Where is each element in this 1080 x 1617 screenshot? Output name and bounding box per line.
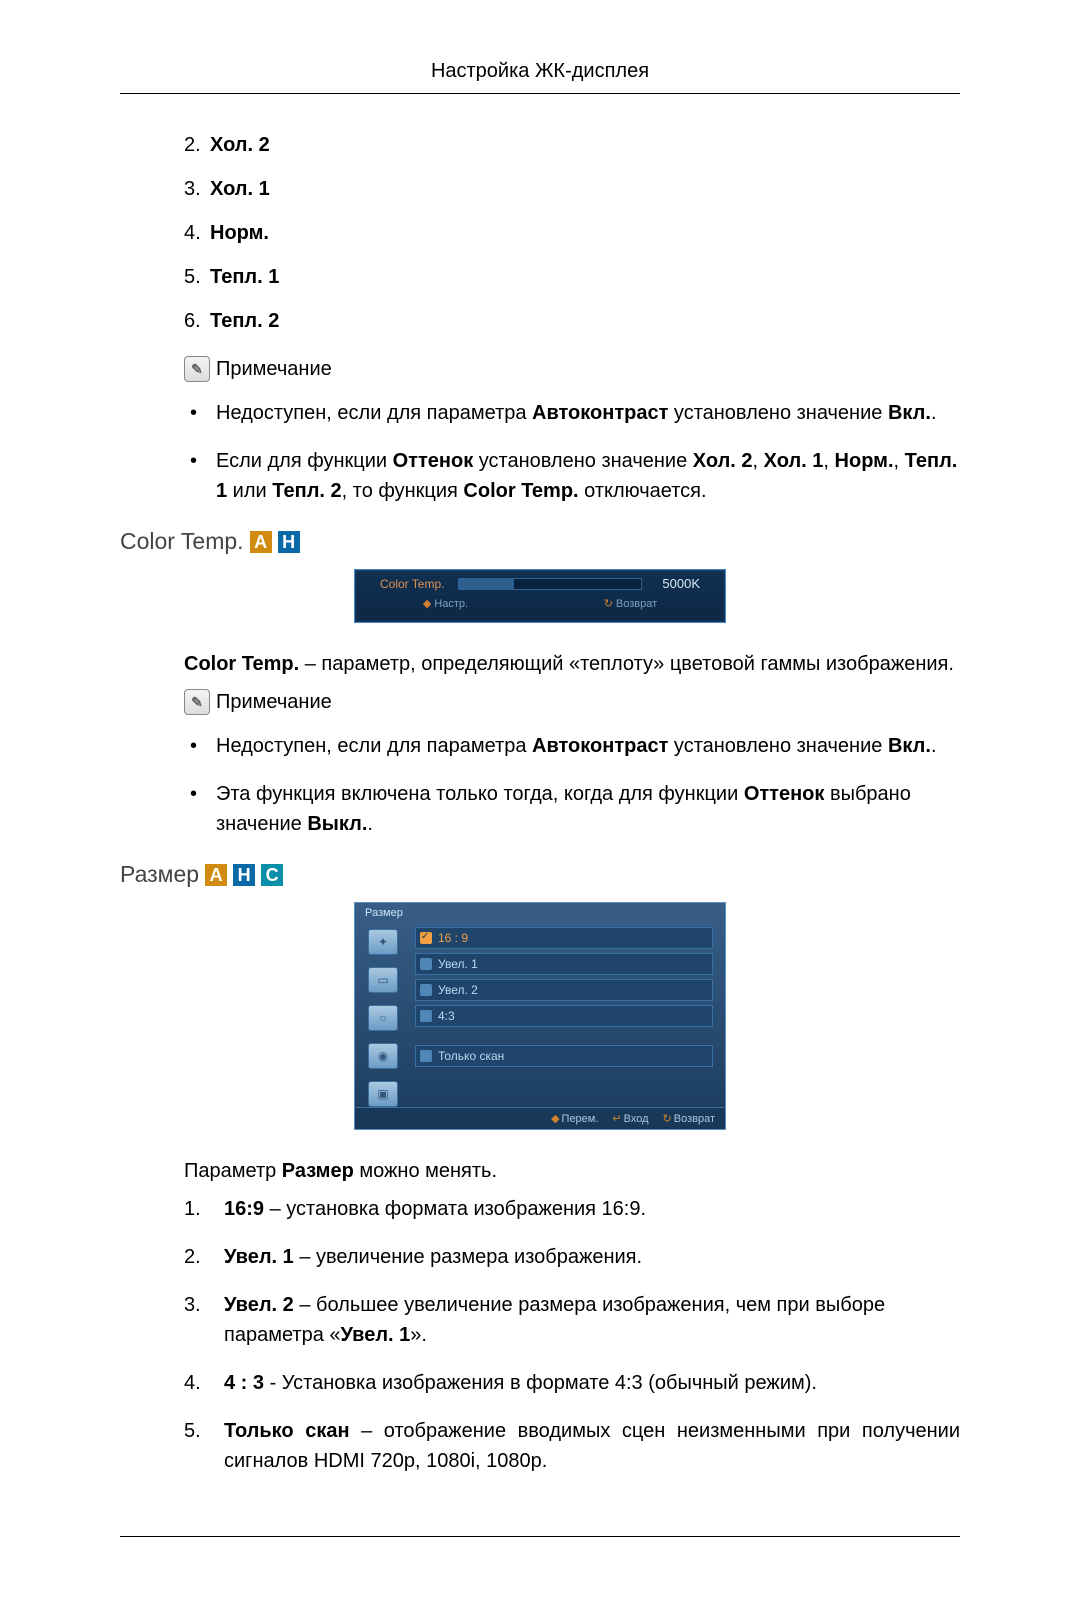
- tag-a-icon: A: [205, 864, 227, 886]
- osd-size-option[interactable]: Только скан: [415, 1045, 713, 1067]
- note2-bullets: Недоступен, если для параметра Автоконтр…: [120, 731, 960, 839]
- osd-ct-value: 5000K: [656, 576, 700, 591]
- bullet-item: Недоступен, если для параметра Автоконтр…: [184, 731, 960, 761]
- osd-size-option[interactable]: 16 : 9: [415, 927, 713, 949]
- list-item: 4. 4 : 3 - Установка изображения в форма…: [184, 1368, 960, 1398]
- size-intro: Параметр Размер можно менять.: [120, 1156, 960, 1186]
- list-item: 5.Тепл. 1: [184, 262, 960, 292]
- title-text: Размер: [120, 861, 199, 888]
- osd-size: Размер ✦ ▭ ○ ◉ ▣ 16 : 9 Увел. 1 Увел. 2 …: [354, 902, 726, 1130]
- osd-size-option[interactable]: Увел. 2: [415, 979, 713, 1001]
- osd-foot-enter: ↵Вход: [612, 1112, 648, 1125]
- list-item: 6.Тепл. 2: [184, 306, 960, 336]
- bullet-item: Эта функция включена только тогда, когда…: [184, 779, 960, 839]
- osd-size-title: Размер: [355, 903, 725, 919]
- tag-h-icon: H: [233, 864, 255, 886]
- list-item: 2. Увел. 1 – увеличение размера изображе…: [184, 1242, 960, 1272]
- size-desc-list: 1. 16:9 – установка формата изображения …: [120, 1194, 960, 1476]
- osd-side-icon[interactable]: ✦: [368, 929, 398, 955]
- osd-size-option[interactable]: 4:3: [415, 1005, 713, 1027]
- osd-foot-move: ◆Перем.: [551, 1112, 598, 1125]
- page-header: Настройка ЖК-дисплея: [120, 60, 960, 94]
- footer-rule: [120, 1536, 960, 1537]
- osd-foot-return: ↻Возврат: [663, 1112, 715, 1125]
- tone-list: 2.Хол. 2 3.Хол. 1 4.Норм. 5.Тепл. 1 6.Те…: [120, 130, 960, 336]
- osd-side-icon[interactable]: ○: [368, 1005, 398, 1031]
- note-primechanie-2: ✎ Примечание: [120, 689, 960, 715]
- osd-ct-nav: ◆Настр.: [423, 597, 468, 610]
- osd-side-icon[interactable]: ▭: [368, 967, 398, 993]
- osd-side-icon[interactable]: ◉: [368, 1043, 398, 1069]
- list-item: 5. Только скан – отображение вводимых сц…: [184, 1416, 960, 1476]
- tag-a-icon: A: [250, 531, 272, 553]
- osd-color-temp: Color Temp. 5000K ◆Настр. ↻Возврат: [354, 569, 726, 623]
- tag-c-icon: C: [261, 864, 283, 886]
- osd-size-options: 16 : 9 Увел. 1 Увел. 2 4:3 Только скан: [411, 919, 725, 1107]
- osd-ct-slider[interactable]: [458, 578, 642, 590]
- osd-side-icons: ✦ ▭ ○ ◉ ▣: [355, 919, 411, 1107]
- list-item: 2.Хол. 2: [184, 130, 960, 160]
- list-item: 3. Увел. 2 – большее увеличение размера …: [184, 1290, 960, 1350]
- section-size-title: Размер A H C: [120, 861, 960, 888]
- list-item: 3.Хол. 1: [184, 174, 960, 204]
- osd-ct-label: Color Temp.: [380, 577, 444, 591]
- section-color-temp-title: Color Temp. A H: [120, 528, 960, 555]
- bullet-item: Если для функции Оттенок установлено зна…: [184, 446, 960, 506]
- title-text: Color Temp.: [120, 528, 244, 555]
- note1-bullets: Недоступен, если для параметра Автоконтр…: [120, 398, 960, 506]
- note-icon: ✎: [184, 689, 210, 715]
- note-label: Примечание: [216, 691, 332, 714]
- color-temp-desc: Color Temp. – параметр, определяющий «те…: [120, 649, 960, 679]
- list-item: 1. 16:9 – установка формата изображения …: [184, 1194, 960, 1224]
- osd-size-option[interactable]: Увел. 1: [415, 953, 713, 975]
- bullet-item: Недоступен, если для параметра Автоконтр…: [184, 398, 960, 428]
- note-icon: ✎: [184, 356, 210, 382]
- osd-ct-return: ↻Возврат: [604, 597, 657, 610]
- tag-h-icon: H: [278, 531, 300, 553]
- note-primechanie: ✎ Примечание: [120, 356, 960, 382]
- osd-side-icon[interactable]: ▣: [368, 1081, 398, 1107]
- list-item: 4.Норм.: [184, 218, 960, 248]
- note-label: Примечание: [216, 358, 332, 381]
